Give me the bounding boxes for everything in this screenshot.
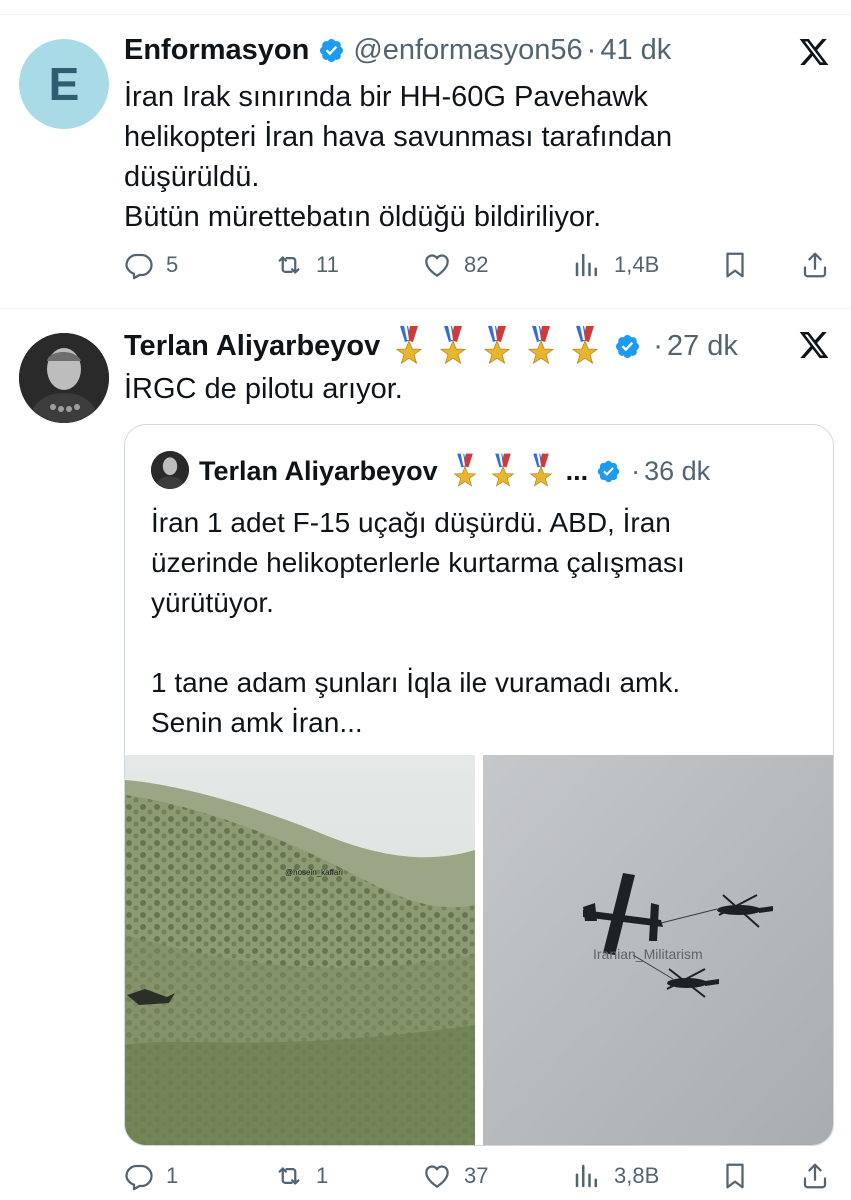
quoted-display-name: Terlan Aliyarbeyov — [199, 455, 438, 486]
verified-badge-icon — [597, 460, 620, 482]
like-count: 82 — [464, 252, 489, 277]
name-truncation: ... — [565, 455, 589, 486]
tweet2-timestamp[interactable]: 27 dk — [667, 330, 738, 363]
medal-icon — [529, 453, 552, 487]
tweet-divider — [0, 308, 851, 309]
medal-icon — [484, 326, 511, 365]
repost-button[interactable]: 11 — [274, 250, 339, 280]
reply-button[interactable]: 1 — [124, 1161, 178, 1191]
tweet1-line: Bütün mürettebatın öldüğü bildiriliyor. — [124, 201, 602, 233]
quoted-timestamp: 36 dk — [644, 455, 711, 486]
quoted-header: Terlan Aliyarbeyov ... · 36 dk — [199, 453, 710, 489]
verified-badge-icon — [320, 38, 344, 63]
reply-icon — [125, 1164, 153, 1191]
medal-icon — [396, 326, 423, 365]
views-button[interactable]: 1,4B — [572, 250, 659, 280]
tweet1-handle[interactable]: @enformasyon56 — [353, 34, 582, 67]
like-button[interactable]: 82 — [422, 250, 488, 280]
quoted-line — [151, 623, 685, 663]
tweet1-line: düşürüldü. — [124, 161, 260, 193]
share-icon — [803, 1163, 827, 1189]
medal-icon — [572, 326, 599, 365]
like-count: 37 — [464, 1163, 489, 1188]
tweet1-text: İran Irak sınırında bir HH-60G Pavehawk … — [124, 77, 672, 237]
views-button[interactable]: 3,8B — [572, 1161, 659, 1191]
x-logo-icon — [799, 332, 829, 358]
tweet1-line: İran Irak sınırında bir HH-60G Pavehawk — [124, 81, 648, 113]
timeline-top-divider — [0, 14, 851, 15]
medal-icon — [491, 453, 514, 487]
quoted-line: 1 tane adam şunları İqla ile vuramadı am… — [151, 667, 681, 698]
quoted-avatar — [151, 451, 189, 489]
avatar-terlan[interactable] — [19, 333, 109, 423]
bookmark-button[interactable] — [720, 1161, 750, 1191]
views-icon — [575, 253, 597, 277]
reply-count: 5 — [166, 252, 179, 277]
medal-icon — [528, 326, 555, 365]
tweet2-text: İRGC de pilotu arıyor. — [124, 369, 403, 409]
separator-dot: · — [653, 329, 663, 362]
like-button[interactable]: 37 — [422, 1161, 488, 1191]
quoted-line: Senin amk İran... — [151, 707, 363, 738]
share-icon — [803, 252, 827, 278]
tweet2-line: İRGC de pilotu arıyor. — [124, 373, 403, 405]
medal-row — [452, 453, 566, 489]
quoted-line: yürütüyor. — [151, 587, 274, 618]
quoted-text: İran 1 adet F-15 uçağı düşürdü. ABD, İra… — [151, 503, 685, 743]
quoted-line: üzerinde helikopterlerle kurtarma çalışm… — [151, 547, 685, 578]
repost-icon — [278, 1167, 300, 1185]
tweet1-display-name[interactable]: Enformasyon — [124, 34, 309, 67]
reply-button[interactable]: 5 — [124, 250, 178, 280]
watermark-right: Iranian_Militarism — [593, 946, 703, 962]
like-icon — [425, 254, 449, 277]
bookmark-icon — [726, 1163, 744, 1189]
tweet2-header: Terlan Aliyarbeyov · 27 dk — [124, 326, 738, 366]
watermark-left: @hosein_kaffari — [285, 868, 343, 877]
avatar-enformasyon[interactable]: E — [19, 39, 109, 129]
reply-count: 1 — [166, 1163, 179, 1188]
share-button[interactable] — [800, 250, 830, 280]
tweet1-header: Enformasyon @enformasyon56 · 41 dk — [124, 34, 671, 67]
verified-badge-icon — [616, 334, 640, 358]
medal-icon — [440, 326, 467, 365]
tweet1-action-bar: 5 11 82 1,4B — [124, 250, 830, 284]
views-count: 1,4B — [614, 252, 660, 277]
x-logo-icon — [799, 39, 829, 65]
repost-button[interactable]: 1 — [274, 1161, 328, 1191]
reply-icon — [125, 253, 153, 280]
media-image-aircraft[interactable]: Iranian_Militarism — [483, 755, 833, 1145]
views-count: 3,8B — [614, 1163, 660, 1188]
repost-icon — [278, 256, 300, 274]
medal-row — [394, 326, 614, 366]
like-icon — [425, 1165, 449, 1188]
separator-dot: · — [631, 455, 641, 486]
share-button[interactable] — [800, 1161, 830, 1191]
media-image-hillside[interactable]: @hosein_kaffari — [125, 755, 475, 1145]
views-icon — [575, 1164, 597, 1188]
quoted-tweet-card[interactable]: Terlan Aliyarbeyov ... · 36 dk İran 1 ad… — [124, 424, 834, 1146]
medal-icon — [453, 453, 476, 487]
avatar-portrait — [19, 333, 109, 423]
tweet2-action-bar: 1 1 37 3,8B — [124, 1161, 830, 1195]
quoted-line: İran 1 adet F-15 uçağı düşürdü. ABD, İra… — [151, 507, 671, 538]
tweet2-display-name[interactable]: Terlan Aliyarbeyov — [124, 330, 380, 363]
avatar-letter: E — [48, 58, 80, 110]
tweet1-timestamp[interactable]: 41 dk — [600, 34, 671, 67]
bookmark-icon — [726, 252, 744, 278]
bookmark-button[interactable] — [720, 250, 750, 280]
separator-dot: · — [586, 34, 597, 66]
tweet1-line: helikopteri İran hava savunması tarafınd… — [124, 121, 673, 153]
repost-count: 11 — [316, 252, 339, 277]
repost-count: 1 — [316, 1163, 329, 1188]
